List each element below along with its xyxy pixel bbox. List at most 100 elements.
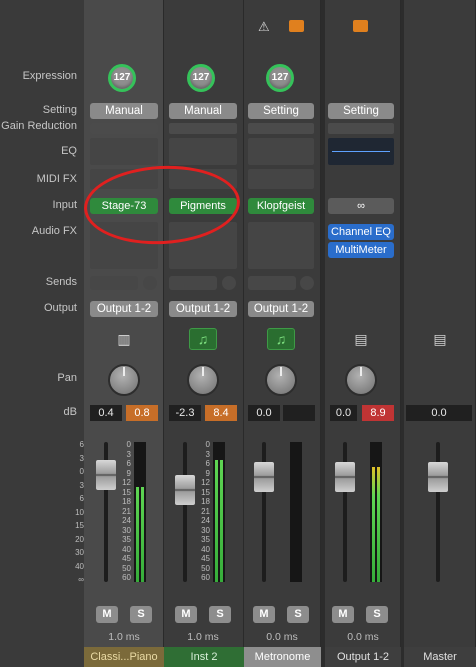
folder-icon[interactable] <box>353 20 368 32</box>
volume-fader[interactable] <box>428 462 448 492</box>
input-plugin-slot[interactable]: Klopfgeist <box>248 198 314 214</box>
send-level-knob[interactable] <box>222 276 236 290</box>
solo-button[interactable]: S <box>366 606 388 623</box>
send-slot[interactable] <box>90 276 138 290</box>
meter-tick-label: 6 <box>205 459 210 468</box>
send-level-knob[interactable] <box>143 276 157 290</box>
metronome-icon[interactable]: ⚠ <box>258 20 270 34</box>
input-slot[interactable]: ∞ <box>328 198 394 214</box>
audio-fx-slot[interactable] <box>248 222 314 269</box>
piano-icon[interactable]: ▥ <box>110 328 138 350</box>
meter-tick-label: 6 <box>126 459 131 468</box>
eq-curve <box>332 151 390 152</box>
pan-knob[interactable] <box>108 364 140 396</box>
row-label-audio-fx: Audio FX <box>31 225 77 237</box>
row-label-gain-reduction: Gain Reduction <box>1 120 77 132</box>
mute-button[interactable]: M <box>175 606 197 623</box>
waveform-icon[interactable]: ▤ <box>426 328 454 350</box>
meter-tick-label: 15 <box>201 487 210 497</box>
volume-fader[interactable] <box>96 460 116 490</box>
mute-button[interactable]: M <box>253 606 275 623</box>
meter-tick-label: 0 <box>205 440 210 449</box>
level-meter <box>370 442 382 582</box>
volume-readout[interactable]: -2.3 <box>169 405 201 421</box>
peak-readout[interactable]: 0.8 <box>126 405 158 421</box>
pan-knob[interactable] <box>345 364 377 396</box>
channel-name[interactable]: Classi...Piano <box>84 647 164 667</box>
mute-button[interactable]: M <box>332 606 354 623</box>
solo-button[interactable]: S <box>209 606 231 623</box>
setting-button[interactable]: Manual <box>90 103 158 119</box>
eq-thumbnail[interactable] <box>328 138 394 165</box>
row-label-sends: Sends <box>45 276 77 288</box>
latency-readout: 0.0 ms <box>266 631 298 643</box>
volume-fader[interactable] <box>175 475 195 505</box>
latency-readout: 1.0 ms <box>187 631 219 643</box>
meter-tick-label: 35 <box>122 535 131 544</box>
meter-fill <box>377 467 380 582</box>
volume-readout[interactable]: 0.0 <box>406 405 472 421</box>
expression-knob[interactable]: 127 <box>187 64 215 92</box>
meter-tick-label: 35 <box>201 535 210 544</box>
meter-tick-label: 50 <box>201 563 210 573</box>
meter-tick-label: 0 <box>126 440 131 449</box>
pan-knob[interactable] <box>265 364 297 396</box>
audio-fx-plugin-multimeter[interactable]: MultiMeter <box>328 242 394 258</box>
send-level-knob[interactable] <box>300 276 314 290</box>
setting-button[interactable]: Manual <box>169 103 237 119</box>
row-label-midi-fx: MIDI FX <box>36 173 77 185</box>
solo-button[interactable]: S <box>130 606 152 623</box>
meter-tick-label: 30 <box>122 525 131 535</box>
meter-tick-label: 45 <box>122 554 131 563</box>
meter-tick-label: 30 <box>201 525 210 535</box>
midi-fx-slot[interactable] <box>248 169 314 189</box>
meter-tick-label: 50 <box>122 563 131 573</box>
fader-tick-label: 6 <box>79 440 84 449</box>
volume-readout[interactable]: 0.0 <box>330 405 357 421</box>
setting-button[interactable]: Setting <box>328 103 394 119</box>
setting-button[interactable]: Setting <box>248 103 314 119</box>
output-button[interactable]: Output 1-2 <box>90 301 158 317</box>
level-meter <box>134 442 146 582</box>
music-note-icon[interactable]: ♫ <box>189 328 217 350</box>
output-button[interactable]: Output 1-2 <box>248 301 314 317</box>
eq-thumbnail[interactable] <box>90 138 158 165</box>
meter-tick-label: 18 <box>201 497 210 506</box>
link-icon: ∞ <box>357 200 365 212</box>
fader-tick-label: 15 <box>75 521 84 530</box>
volume-readout[interactable]: 0.0 <box>248 405 280 421</box>
meter-tick-label: 24 <box>201 516 210 525</box>
eq-thumbnail[interactable] <box>169 138 237 165</box>
eq-thumbnail[interactable] <box>248 138 314 165</box>
solo-button[interactable]: S <box>287 606 309 623</box>
volume-readout[interactable]: 0.4 <box>90 405 122 421</box>
channel-name[interactable]: Metronome <box>244 647 321 667</box>
peak-readout[interactable]: 8.9 <box>362 405 394 421</box>
channel-name[interactable]: Output 1-2 <box>325 647 401 667</box>
channel-name[interactable]: Master <box>404 647 476 667</box>
expression-knob[interactable]: 127 <box>266 64 294 92</box>
fader-tick-label: 6 <box>79 494 84 503</box>
send-slot[interactable] <box>169 276 217 290</box>
output-button[interactable]: Output 1-2 <box>169 301 237 317</box>
channel-name[interactable]: Inst 2 <box>164 647 244 667</box>
meter-tick-label: 15 <box>122 487 131 497</box>
row-label-pan: Pan <box>57 372 77 384</box>
send-slot[interactable] <box>248 276 296 290</box>
pan-knob[interactable] <box>187 364 219 396</box>
meter-tick-label: 40 <box>122 544 131 554</box>
waveform-icon[interactable]: ▤ <box>347 328 375 350</box>
folder-icon[interactable] <box>289 20 304 32</box>
volume-fader[interactable] <box>254 462 274 492</box>
fader-tick-label: 30 <box>75 548 84 557</box>
peak-readout[interactable] <box>283 405 315 421</box>
meter-tick-label: 9 <box>126 468 131 478</box>
expression-knob[interactable]: 127 <box>108 64 136 92</box>
meter-tick-label: 3 <box>126 449 131 459</box>
audio-fx-plugin-channel-eq[interactable]: Channel EQ <box>328 224 394 240</box>
music-note-icon[interactable]: ♫ <box>267 328 295 350</box>
fader-tick-label: 3 <box>79 480 84 490</box>
peak-readout[interactable]: 8.4 <box>205 405 237 421</box>
volume-fader[interactable] <box>335 462 355 492</box>
mute-button[interactable]: M <box>96 606 118 623</box>
